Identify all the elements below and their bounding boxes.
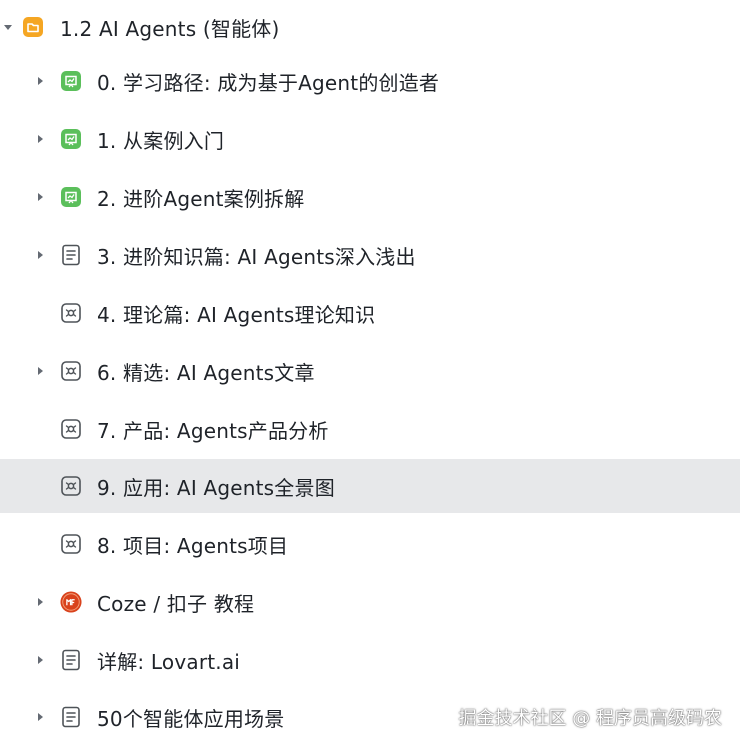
mindmap-icon	[60, 475, 82, 497]
chevron-right-icon[interactable]	[33, 190, 47, 204]
document-icon	[60, 706, 82, 728]
whiteboard-icon	[60, 70, 82, 92]
tree-item-advanced-cases[interactable]: 2. 进阶Agent案例拆解	[0, 170, 740, 224]
mindmap-icon	[60, 360, 82, 382]
tree-item-label: 8. 项目: Agents项目	[97, 533, 289, 558]
whiteboard-icon	[60, 128, 82, 150]
tree-item-products[interactable]: 7. 产品: Agents产品分析	[0, 402, 740, 456]
watermark: 掘金技术社区 @ 程序员高级码农	[458, 708, 722, 729]
tree-root-item[interactable]: 1.2 AI Agents (智能体)	[0, 0, 740, 54]
tree-item-label: 0. 学习路径: 成为基于Agent的创造者	[97, 70, 440, 95]
tree-item-label: 7. 产品: Agents产品分析	[97, 418, 329, 443]
tree-item-learning-path[interactable]: 0. 学习路径: 成为基于Agent的创造者	[0, 54, 740, 108]
tree-item-label: 4. 理论篇: AI Agents理论知识	[97, 302, 376, 327]
chevron-right-icon[interactable]	[33, 248, 47, 262]
tree-item-projects[interactable]: 8. 项目: Agents项目	[0, 517, 740, 571]
chevron-down-icon[interactable]	[2, 20, 14, 34]
tree-item-theory[interactable]: 4. 理论篇: AI Agents理论知识	[0, 286, 740, 340]
mindmap-icon	[60, 302, 82, 324]
chevron-right-icon[interactable]	[33, 653, 47, 667]
chevron-right-icon[interactable]	[33, 132, 47, 146]
document-icon	[60, 649, 82, 671]
chevron-right-icon[interactable]	[33, 74, 47, 88]
tree-item-label: 9. 应用: AI Agents全景图	[97, 475, 335, 500]
whiteboard-icon	[60, 186, 82, 208]
tree-item-label: 2. 进阶Agent案例拆解	[97, 186, 305, 211]
tree-item-advanced-knowledge[interactable]: 3. 进阶知识篇: AI Agents深入浅出	[0, 228, 740, 282]
tree-item-label: 详解: Lovart.ai	[97, 649, 241, 674]
tree-item-lovart[interactable]: 详解: Lovart.ai	[0, 633, 740, 687]
mindmap-icon	[60, 533, 82, 555]
document-icon	[60, 244, 82, 266]
chevron-right-icon[interactable]	[33, 595, 47, 609]
tree-item-coze-tutorial[interactable]: Coze / 扣子 教程	[0, 575, 740, 629]
chevron-right-icon[interactable]	[33, 364, 47, 378]
tree-item-label: Coze / 扣子 教程	[97, 591, 255, 616]
tree-item-label: 50个智能体应用场景	[97, 706, 285, 731]
folder-icon	[22, 16, 44, 38]
tree-item-selected-articles[interactable]: 6. 精选: AI Agents文章	[0, 344, 740, 398]
tree-item-label: 3. 进阶知识篇: AI Agents深入浅出	[97, 244, 416, 269]
tree-item-label: 6. 精选: AI Agents文章	[97, 360, 315, 385]
tree-item-case-intro[interactable]: 1. 从案例入门	[0, 112, 740, 166]
tree-item-applications[interactable]: 9. 应用: AI Agents全景图	[0, 459, 740, 513]
tree-item-label: 1. 从案例入门	[97, 128, 225, 153]
coze-logo-icon	[60, 591, 82, 613]
tree-root-label: 1.2 AI Agents (智能体)	[60, 16, 280, 41]
mindmap-icon	[60, 418, 82, 440]
chevron-right-icon[interactable]	[33, 710, 47, 724]
